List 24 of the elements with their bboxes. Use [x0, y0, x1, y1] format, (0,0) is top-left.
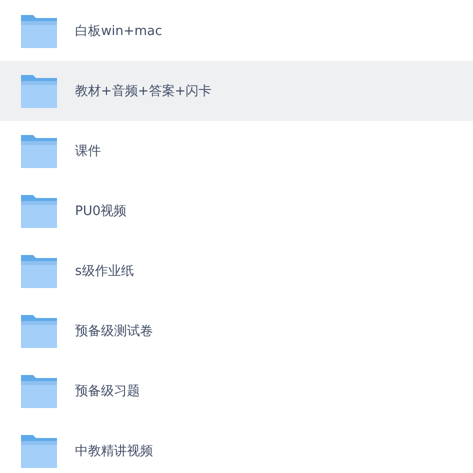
- file-row[interactable]: 预备级测试卷: [0, 301, 473, 361]
- folder-name: 预备级习题: [75, 383, 140, 400]
- folder-name: PU0视频: [75, 203, 127, 220]
- folder-icon: [21, 254, 57, 288]
- folder-icon: [21, 194, 57, 228]
- folder-icon: [21, 374, 57, 408]
- folder-name: 中教精讲视频: [75, 443, 153, 460]
- file-row[interactable]: 预备级习题: [0, 361, 473, 421]
- folder-icon: [21, 134, 57, 168]
- folder-name: 白板win+mac: [75, 23, 162, 40]
- folder-name: 教材+音频+答案+闪卡: [75, 83, 212, 100]
- file-row[interactable]: 中教精讲视频: [0, 421, 473, 473]
- folder-icon: [21, 74, 57, 108]
- file-row[interactable]: 白板win+mac: [0, 1, 473, 61]
- folder-name: 课件: [75, 143, 101, 160]
- file-row[interactable]: 教材+音频+答案+闪卡: [0, 61, 473, 121]
- folder-icon: [21, 434, 57, 468]
- folder-icon: [21, 14, 57, 48]
- folder-name: 预备级测试卷: [75, 323, 153, 340]
- file-row[interactable]: PU0视频: [0, 181, 473, 241]
- folder-name: s级作业纸: [75, 263, 134, 280]
- file-row[interactable]: 课件: [0, 121, 473, 181]
- folder-icon: [21, 314, 57, 348]
- file-row[interactable]: s级作业纸: [0, 241, 473, 301]
